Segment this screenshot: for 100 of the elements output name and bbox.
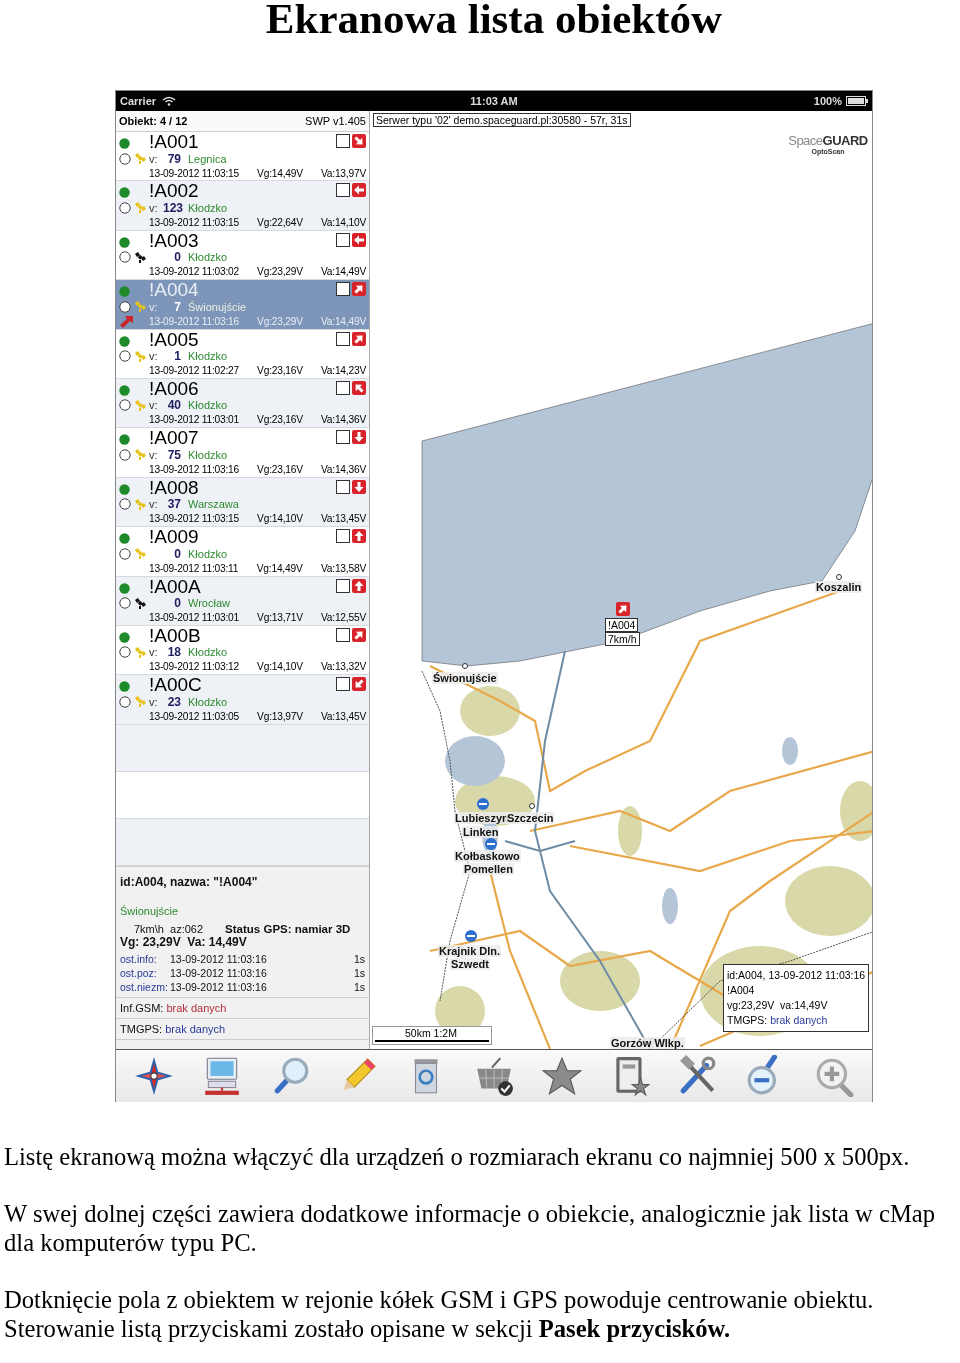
object-row[interactable]: !A00B v: 18 Kłodzko 13-09-2012 11:03:12 Vg:14,10V Va:13,32V [116, 625, 369, 676]
voltage-va: Va:13,97V [320, 167, 366, 179]
object-row[interactable]: !A001 v: 79 Legnica 13-09-2012 11:03:15 Vg:14,49V Va:13,97V [116, 132, 369, 182]
voltage-va: Va:13,45V [320, 710, 366, 722]
voltage-va: Va:14,49V [320, 266, 366, 278]
wifi-icon [162, 96, 177, 106]
timestamp: 13-09-2012 11:03:01 [149, 414, 240, 426]
place-label: Świonujście [432, 672, 498, 684]
speed-azimuth: 7km\h az:062 [134, 922, 204, 935]
selection-arrow-icon [120, 316, 133, 329]
speed-value: 79 [166, 151, 181, 166]
place-name: Kłodzko [188, 251, 228, 264]
speed-value: 40 [166, 398, 181, 413]
object-name: !A005 [149, 329, 200, 349]
carrier-label: Carrier [120, 95, 157, 107]
circle-icon [119, 547, 131, 560]
place-name: Wrocław [188, 597, 230, 609]
place-name: Kłodzko [188, 646, 228, 659]
place-name: Kłodzko [188, 399, 228, 412]
object-name: !A00B [149, 625, 202, 645]
object-name: !A006 [149, 378, 200, 398]
callout-text: vg:23,29V va:14,49V [727, 998, 829, 1013]
checkbox[interactable] [336, 479, 350, 494]
checkbox[interactable] [336, 529, 350, 544]
object-row[interactable]: !A007 v: 75 Kłodzko 13-09-2012 11:03:16 Vg:23,16V Va:14,36V [116, 428, 369, 478]
scale-bar: 50km 1:2M [372, 1026, 492, 1045]
timestamp: 13-09-2012 11:03:16 [170, 951, 268, 966]
voltage-vg: Vg:23,29V [257, 315, 303, 327]
object-row[interactable]: !A003 0 Kłodzko 13-09-2012 11:03:02 Vg:23,29V Va:14,49V [116, 230, 369, 281]
object-row[interactable]: !A00C v: 23 Kłodzko 13-09-2012 11:03:05 Vg:13,97V Va:13,45V [116, 675, 369, 725]
object-name: !A008 [149, 477, 200, 497]
speed-label: v: [149, 152, 159, 165]
object-name: !A00C [149, 675, 203, 695]
status-dot [119, 384, 130, 396]
checkbox[interactable] [336, 627, 350, 642]
voltage-vg: Vg:23,29V [257, 266, 303, 278]
place-name: Warszawa [188, 498, 239, 511]
status-dot [119, 434, 130, 446]
place-label: Kołbaskowo [454, 850, 521, 862]
speed-label: v: [149, 695, 159, 708]
status-dot [119, 533, 130, 545]
object-row[interactable]: !A009 0 Kłodzko 13-09-2012 11:03:11 Vg:14,49V Va:13,58V [116, 527, 369, 577]
gsm-value: brak danych [166, 1001, 227, 1014]
speed-label: v: [149, 448, 159, 461]
status-dot [119, 681, 130, 693]
voltage-va: Va:14,36V [320, 414, 366, 426]
object-row[interactable]: !A002 v: 123 Kłodzko 13-09-2012 11:03:15 Vg:22,64V Va:14,10V [116, 181, 369, 231]
timestamp: 13-09-2012 11:03:15 [149, 513, 240, 525]
speed-value: 0 [173, 250, 181, 265]
checkbox[interactable] [336, 430, 350, 445]
voltage-vg: Vg:23,16V [257, 463, 303, 475]
object-row[interactable]: !A005 v: 1 Kłodzko 13-09-2012 11:02:27 Vg:23,16V Va:14,23V [116, 329, 369, 379]
checkbox[interactable] [336, 380, 350, 395]
timestamp: 13-09-2012 11:03:16 [149, 463, 240, 475]
object-row[interactable]: !A006 v: 40 Kłodzko 13-09-2012 11:03:01 Vg:23,16V Va:14,36V [116, 378, 369, 429]
place-label: Linken [462, 826, 500, 838]
place-name: Kłodzko [188, 201, 228, 214]
version-label: SWP v1.405 [305, 115, 366, 127]
voltage-vg: Vg:23,16V [257, 414, 303, 426]
checkbox[interactable] [336, 282, 350, 297]
speed-value: 0 [173, 596, 181, 610]
circle-icon [119, 201, 131, 214]
voltage-vg: Vg:13,97V [257, 710, 303, 722]
checkbox[interactable] [336, 578, 350, 593]
tmgps-value: brak danych [165, 1022, 226, 1035]
paragraph: Listę ekranową można włączyć dla urządzeń o rozmiarach ekranu co najmniej 500 x 500px. [4, 1142, 911, 1171]
callout-text: id:A004, 13-09-2012 11:03:16 [727, 968, 866, 983]
speed-value: 7 [173, 299, 181, 314]
place-label: Gorzów Wlkp. [610, 1037, 685, 1049]
age-value: 1s [353, 979, 365, 994]
circle-icon [119, 498, 131, 511]
star-icon[interactable] [541, 1055, 583, 1097]
battery-percentage: 100% [813, 95, 842, 107]
object-row[interactable]: !A008 v: 37 Warszawa 13-09-2012 11:03:15 Vg:14,10V Va:13,45V [116, 477, 369, 528]
checkbox[interactable] [336, 677, 350, 692]
document-title: Ekranowa lista obiektów [265, 0, 723, 38]
voltage-va: Va:13,45V [320, 513, 366, 525]
object-name: !A004 [149, 280, 200, 300]
status-dot [119, 335, 130, 347]
circle-icon [119, 251, 131, 264]
circle-icon [119, 646, 131, 659]
status-dot [119, 582, 130, 594]
checkbox[interactable] [336, 183, 350, 198]
time-label: ost.niezm: [120, 979, 169, 994]
checkbox[interactable] [336, 331, 350, 346]
circle-icon [119, 399, 131, 412]
place-name: Świonujście [188, 300, 247, 313]
speed-value: 123 [163, 200, 181, 215]
age-value: 1s [353, 951, 365, 966]
voltage-vg: Vg:23,16V [257, 365, 303, 377]
timestamp: 13-09-2012 11:03:16 [170, 965, 268, 980]
checkbox[interactable] [336, 232, 350, 247]
timestamp: 13-09-2012 11:03:05 [149, 710, 240, 722]
tmgps-label: TMGPS: [727, 1014, 768, 1026]
place-name: Świonujście [119, 903, 180, 917]
object-row[interactable]: !A00A 0 Wrocław 13-09-2012 11:03:01 Vg:13,71V Va:12,55V [116, 576, 369, 626]
checkbox[interactable] [336, 134, 350, 148]
timestamp: 13-09-2012 11:03:15 [149, 167, 240, 179]
voltage-va: Va:13,32V [320, 661, 366, 673]
tmgps-value: brak danych [770, 1014, 828, 1026]
